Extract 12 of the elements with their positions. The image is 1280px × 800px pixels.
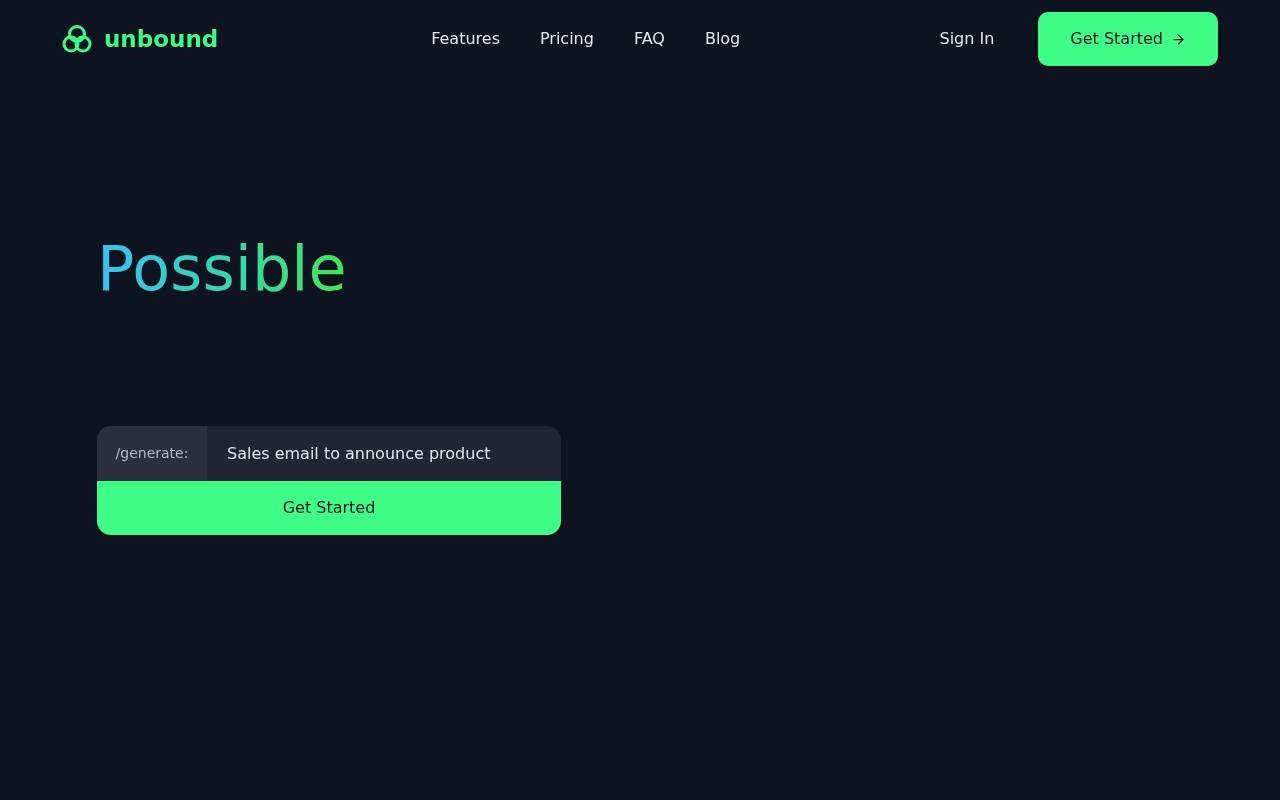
get-started-button[interactable]: Get Started [1038,12,1218,66]
prompt-input[interactable]: Sales email to announce product [207,426,561,481]
logo-wordmark: unbound [104,24,219,54]
arrow-right-icon [1171,31,1186,47]
nav-link[interactable]: Pricing [539,27,594,51]
nav-link[interactable]: FAQ [633,27,665,51]
generate-button[interactable]: Get Started [97,481,561,535]
logo-icon [62,24,92,54]
sign-in-link[interactable]: Sign In [939,27,995,51]
nav-link[interactable]: Blog [704,27,741,51]
command-prefix: /generate: [97,426,207,481]
nav-link[interactable]: Features [431,27,500,51]
